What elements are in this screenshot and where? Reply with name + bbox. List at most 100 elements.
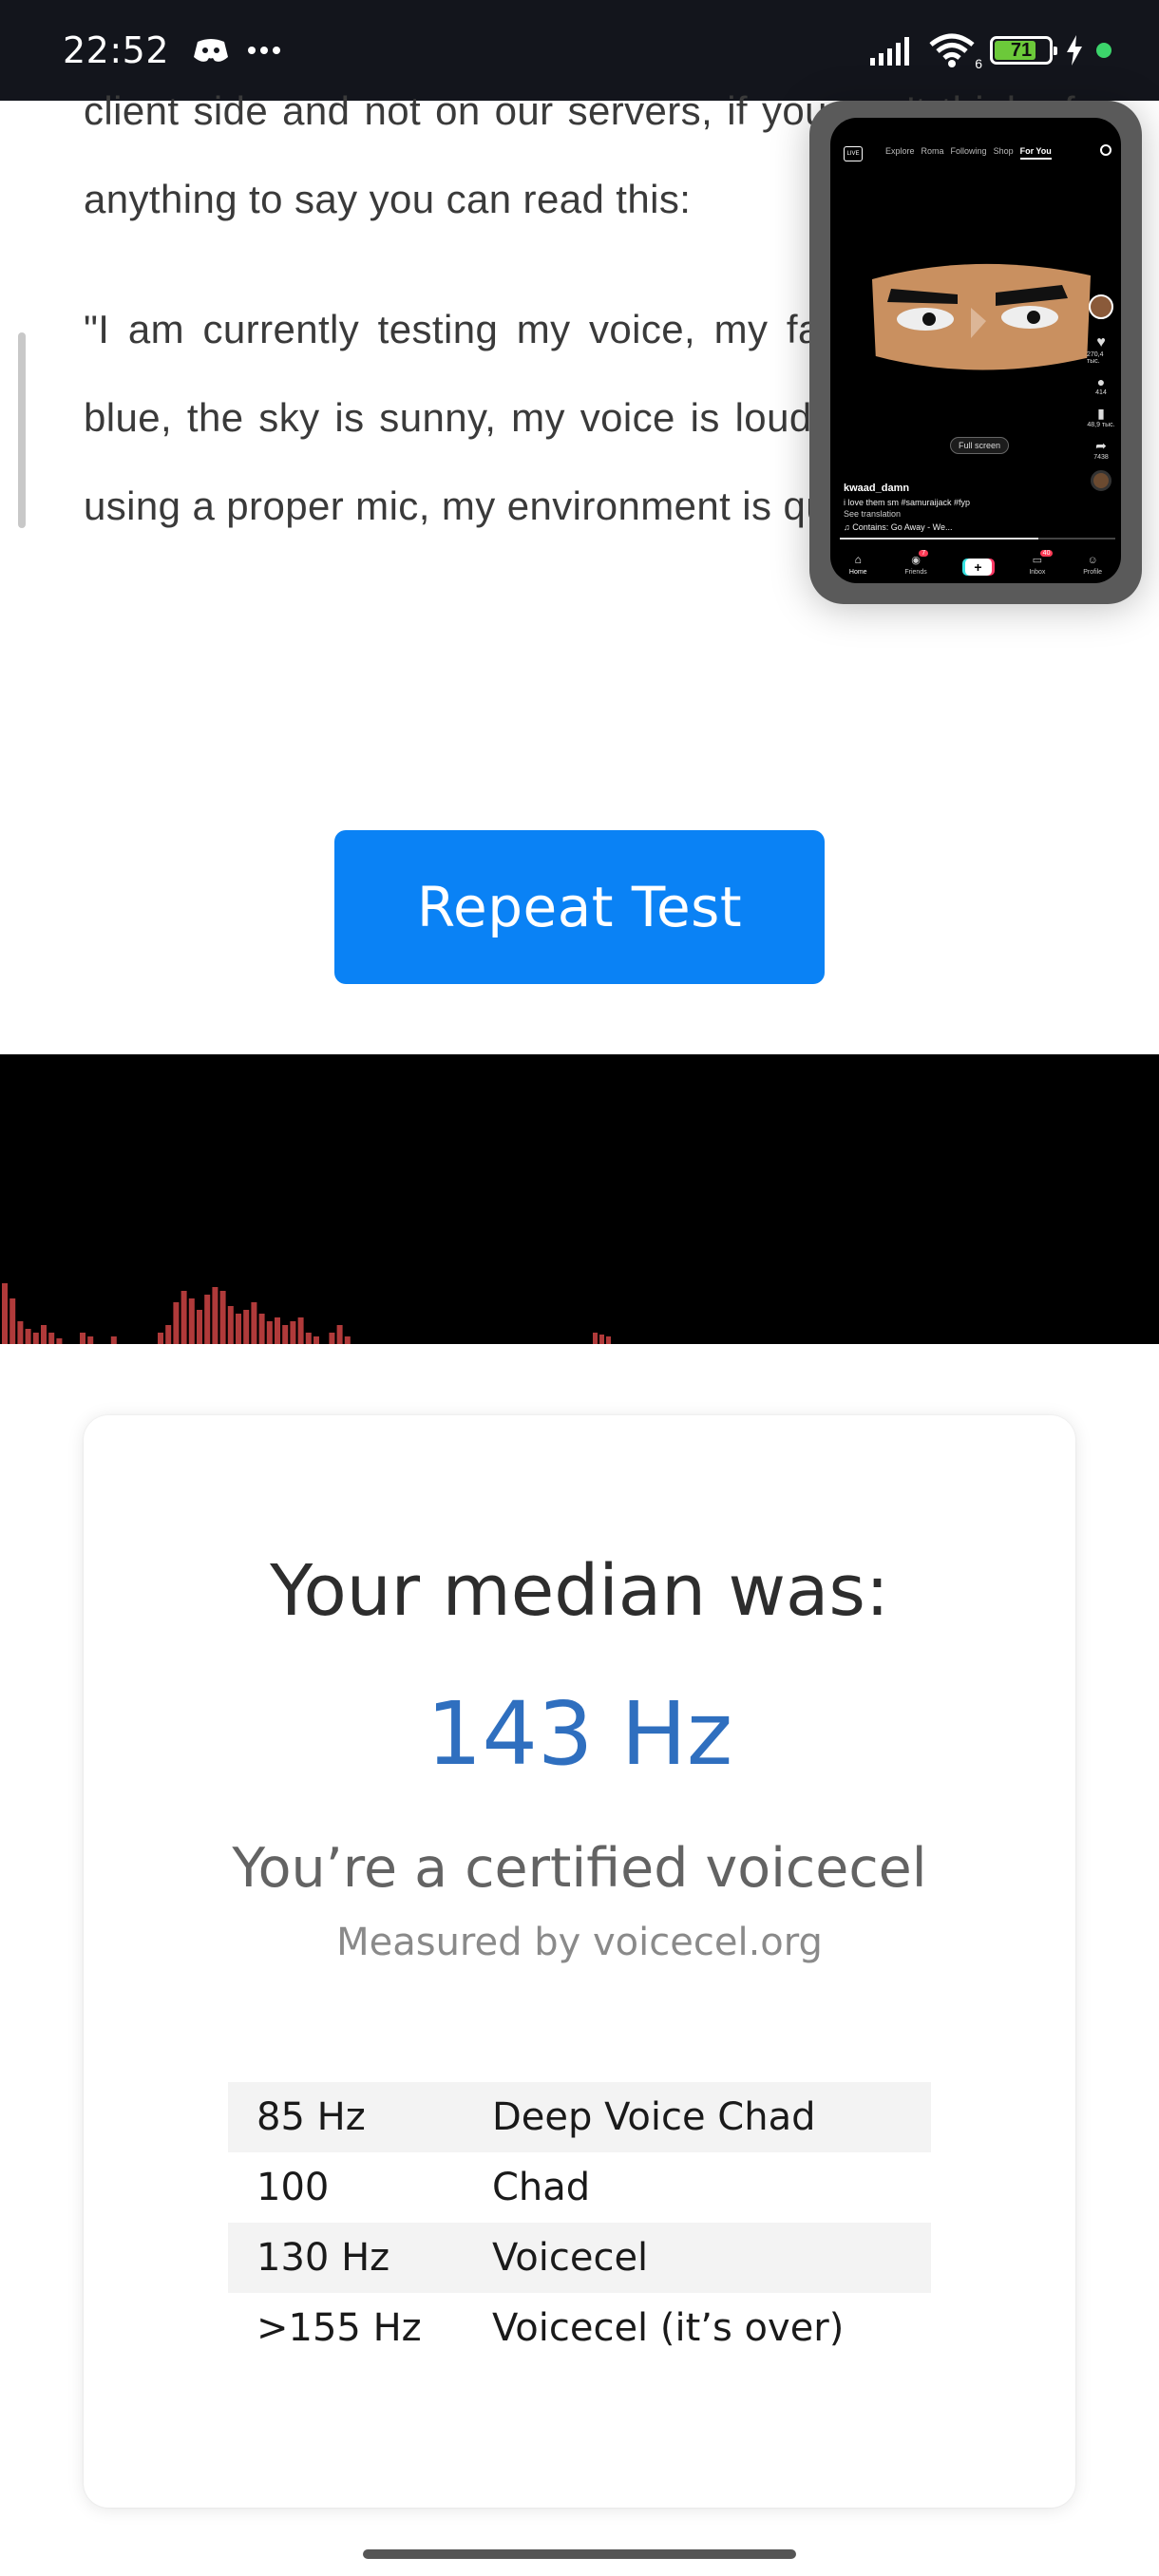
signal-icon [870,37,909,66]
visualizer-bar [290,1321,296,1344]
pip-video-window[interactable]: LIVE Explore Roma Following Shop For You… [809,101,1142,604]
visualizer-bar [2,1283,8,1344]
scale-label: Voicecel (it’s over) [492,2306,845,2350]
scale-label: Deep Voice Chad [492,2095,816,2139]
video-thumbnail [853,251,1100,391]
visualizer-bar [87,1336,94,1344]
visualizer-bar [314,1336,319,1344]
visualizer-bar [227,1306,234,1344]
active-dot-icon [1096,43,1112,58]
video-progress-fill [840,538,1038,540]
visualizer-bar [236,1314,241,1344]
battery-level: 71 [1010,39,1033,61]
pip-top-bar: LIVE Explore Roma Following Shop For You [830,142,1121,165]
inbox-icon: ▭ 40 [1033,550,1054,566]
discord-icon [194,39,229,62]
table-row: >155 Hz Voicecel (it’s over) [228,2293,931,2363]
repeat-test-button[interactable]: Repeat Test [334,830,825,984]
scale-freq: 130 Hz [256,2236,390,2280]
pip-tab-active[interactable]: For You [1019,146,1052,160]
frequency-scale-table: 85 Hz Deep Voice Chad 100 Chad 130 Hz Vo… [228,2082,931,2363]
share-icon[interactable]: ➦ [1095,438,1107,454]
result-card: Your median was: 143 Hz You’re a certifi… [84,1415,1075,2508]
scale-label: Chad [492,2166,591,2209]
wifi-icon: 6 [929,33,982,71]
visualizer-bar [197,1310,202,1344]
pip-tabs: Explore Roma Following Shop For You [885,146,1052,160]
visualizer-bar [80,1333,86,1344]
visualizer-bar [25,1329,31,1344]
scrollbar[interactable] [18,332,26,528]
visualizer-bar [10,1298,16,1344]
creator-avatar[interactable] [1089,294,1113,319]
home-icon: ⌂ [854,553,862,566]
search-icon[interactable] [1100,144,1112,156]
pip-tab[interactable]: Following [951,146,987,160]
visualizer-bar [188,1298,195,1344]
visualizer-bar [204,1295,211,1344]
nav-label: Profile [1083,569,1103,576]
visualizer-bar [41,1325,47,1344]
comment-icon[interactable]: ● [1097,374,1105,389]
nav-friends[interactable]: ◉ 7 Friends [904,550,929,576]
see-translation-link[interactable]: See translation [844,509,901,519]
charging-icon [1067,35,1082,66]
inbox-badge: 40 [1039,550,1054,557]
median-title: Your median was: [270,1550,889,1632]
visualizer-bar [593,1333,598,1344]
audio-visualizer [0,1054,1159,1344]
table-row: 100 Chad [228,2152,931,2223]
visualizer-bar [258,1314,265,1344]
pip-tab[interactable]: Roma [922,146,944,160]
pip-tab[interactable]: Shop [994,146,1014,160]
nav-label: Home [848,569,867,576]
battery-icon: 71 [990,36,1057,65]
sound-label[interactable]: ♫ Contains: Go Away - We... [844,522,952,532]
scale-freq: 85 Hz [256,2095,366,2139]
median-value: 143 Hz [426,1683,733,1785]
nav-inbox[interactable]: ▭ 40 Inbox [1029,550,1054,576]
visualizer-bar [336,1325,343,1344]
more-icon [248,47,281,54]
visualizer-bar [606,1336,611,1344]
pip-tab[interactable]: Explore [885,146,915,160]
table-row: 130 Hz Voicecel [228,2223,931,2293]
video-progress-bar[interactable] [840,538,1115,540]
nav-home[interactable]: ⌂ Home [849,553,867,576]
comment-count: 414 [1095,389,1107,396]
heart-icon[interactable]: ♥ [1096,334,1106,351]
visualizer-bar [180,1291,187,1344]
visualizer-bar [212,1287,218,1344]
visualizer-bar [56,1338,63,1344]
nav-label: Inbox [1029,569,1046,576]
pip-screen[interactable]: LIVE Explore Roma Following Shop For You… [830,118,1121,583]
creator-username[interactable]: kwaad_damn [844,483,909,494]
home-indicator[interactable] [363,2549,796,2559]
scale-freq: >155 Hz [256,2306,422,2350]
status-right-icons: 6 71 [870,33,1112,71]
live-icon[interactable]: LIVE [844,146,863,161]
nav-profile[interactable]: ☺ Profile [1083,555,1102,576]
visualizer-bar [282,1325,289,1344]
friends-badge: 7 [919,550,929,557]
visualizer-bar [219,1291,226,1344]
visualizer-bars [2,1283,611,1344]
visualizer-bar [243,1310,250,1344]
create-button: + [964,559,992,576]
share-count: 7438 [1093,454,1109,461]
nav-create[interactable]: + [964,559,992,576]
visualizer-bar [266,1321,273,1344]
pip-action-sidebar: ♥ 270,4 тыс. ● 414 ▮ 48,9 тыс. ➦ 7438 [1087,294,1115,491]
video-caption: i love them sm #samuraijack #fyp [844,498,971,507]
table-row: 85 Hz Deep Voice Chad [228,2082,931,2152]
visualizer-bar [48,1333,55,1344]
sound-disc-icon[interactable] [1091,470,1112,491]
pip-bottom-nav: ⌂ Home ◉ 7 Friends + ▭ 40 Inbox ☺ Profile [830,550,1121,576]
like-count: 270,4 тыс. [1087,351,1104,365]
bookmark-icon[interactable]: ▮ [1097,406,1105,422]
visualizer-bar [251,1302,257,1344]
visualizer-bar [344,1336,351,1344]
fullscreen-button[interactable]: Full screen [950,437,1010,454]
measured-by: Measured by voicecel.org [336,1921,823,1964]
visualizer-bar [32,1333,39,1344]
